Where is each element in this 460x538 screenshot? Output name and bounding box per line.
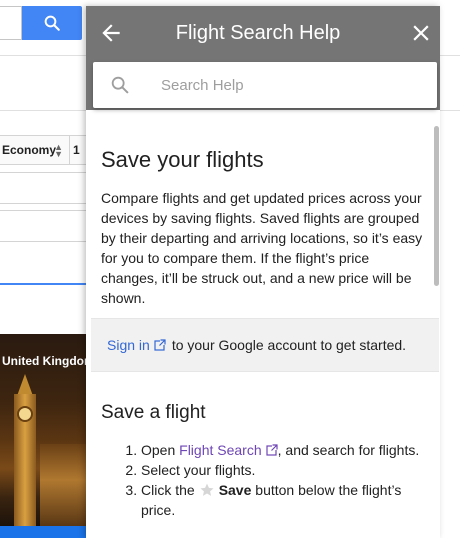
signin-prompt-text: Sign in to your Google account to get st… bbox=[107, 335, 406, 355]
cabin-class-select[interactable]: Economy ▲ ▼ bbox=[0, 135, 70, 165]
step-2: Select your flights. bbox=[141, 460, 423, 480]
bg-bottom-bar bbox=[0, 526, 86, 538]
scrollbar-thumb[interactable] bbox=[434, 126, 439, 286]
search-icon bbox=[111, 76, 129, 94]
signin-prompt: Sign in to your Google account to get st… bbox=[91, 318, 439, 372]
bg-origin-field[interactable] bbox=[0, 172, 86, 204]
help-panel-title: Flight Search Help bbox=[175, 22, 341, 44]
star-icon bbox=[200, 483, 214, 496]
building-image bbox=[40, 444, 86, 526]
external-link-icon bbox=[266, 444, 278, 456]
back-arrow-icon bbox=[102, 24, 120, 42]
step-3-prefix: Click the bbox=[141, 482, 195, 498]
step-3-save: Save bbox=[218, 482, 252, 498]
tower-image bbox=[17, 374, 33, 396]
signin-prompt-rest: to your Google account to get started. bbox=[171, 337, 407, 353]
save-flights-heading: Save your flights bbox=[101, 147, 264, 172]
close-icon bbox=[413, 25, 429, 41]
close-button[interactable] bbox=[408, 20, 434, 46]
bg-search-input[interactable] bbox=[0, 6, 22, 40]
passenger-select[interactable]: 1 bbox=[70, 135, 86, 165]
passenger-count: 1 bbox=[73, 143, 80, 157]
clock-image bbox=[17, 406, 33, 422]
search-icon bbox=[44, 15, 60, 31]
step-1: Open Flight Search , and search for flig… bbox=[141, 440, 423, 460]
steps-list: Open Flight Search , and search for flig… bbox=[101, 440, 423, 520]
step-3: Click the Save button below the flight’s… bbox=[141, 480, 423, 520]
save-a-flight-section: Save a flight Open Flight Search , and s… bbox=[101, 400, 423, 520]
external-link-icon bbox=[154, 339, 166, 351]
save-a-flight-heading: Save a flight bbox=[101, 402, 206, 423]
bg-destination-field[interactable] bbox=[0, 210, 86, 242]
bg-active-underline bbox=[0, 283, 86, 285]
help-content: Save your flights Compare flights and ge… bbox=[86, 110, 440, 538]
help-panel-header: Flight Search Help bbox=[86, 6, 440, 110]
help-panel: Flight Search Help Save your flights Com… bbox=[86, 6, 440, 538]
step-1-prefix: Open bbox=[141, 442, 176, 458]
bg-search-button[interactable] bbox=[22, 6, 82, 40]
step-1-suffix: , and search for flights. bbox=[277, 442, 420, 458]
destination-card[interactable]: United Kingdom bbox=[0, 334, 86, 526]
help-search-input[interactable] bbox=[161, 72, 421, 98]
save-flights-body: Compare flights and get updated prices a… bbox=[101, 190, 423, 306]
flight-search-link[interactable]: Flight Search bbox=[179, 442, 261, 458]
back-button[interactable] bbox=[98, 20, 124, 46]
cabin-class-label: Economy bbox=[2, 143, 57, 157]
sign-in-link[interactable]: Sign in bbox=[107, 337, 150, 353]
save-flights-section: Save your flights Compare flights and ge… bbox=[101, 146, 423, 308]
destination-card-title: United Kingdom bbox=[2, 354, 86, 368]
help-search-box[interactable] bbox=[93, 62, 437, 108]
select-arrows-icon: ▲ ▼ bbox=[54, 142, 63, 159]
